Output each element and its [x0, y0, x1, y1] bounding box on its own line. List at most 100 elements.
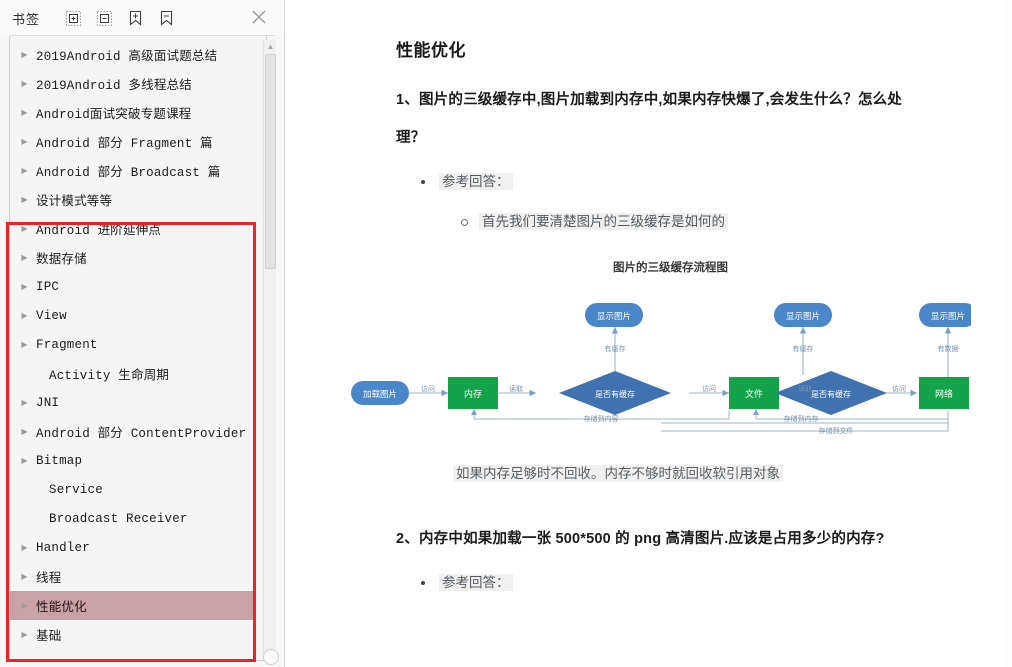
- figure-container: 图片的三级缓存流程图: [391, 259, 990, 482]
- chevron-right-icon[interactable]: ▶: [18, 544, 31, 552]
- chevron-right-icon[interactable]: ▶: [18, 225, 31, 233]
- panel-scrollbar-thumb[interactable]: [265, 54, 276, 269]
- svg-text:显示图片: 显示图片: [931, 311, 965, 322]
- question-1-line-1: 1、图片的三级缓存中,图片加载到内存中,如果内存快爆了,会发生什么？怎么处: [396, 81, 990, 119]
- svg-text:网络: 网络: [935, 388, 953, 400]
- bookmark-item-label: View: [31, 309, 67, 323]
- figure-title: 图片的三级缓存流程图: [351, 259, 990, 275]
- answer-label-2-text: 参考回答：: [439, 574, 513, 591]
- svg-text:有缓存: 有缓存: [605, 344, 626, 353]
- bookmark-tree[interactable]: ▶2019Android 高级面试题总结▶2019Android 多线程总结▶A…: [10, 40, 255, 660]
- figure-caption-text: 如果内存足够时不回收。内存不够时就回收软引用对象: [453, 465, 783, 482]
- bookmark-item[interactable]: ▶设计模式等等: [10, 185, 255, 214]
- chevron-right-icon[interactable]: ▶: [18, 602, 31, 610]
- bookmark-item[interactable]: ▶View: [10, 301, 255, 330]
- chevron-right-icon[interactable]: ▶: [18, 283, 31, 291]
- bookmark-item-label: IPC: [31, 280, 59, 294]
- bookmark-item[interactable]: ▶Broadcast Receiver: [10, 504, 255, 533]
- resize-handle[interactable]: [263, 649, 279, 665]
- scroll-up-icon[interactable]: ▲: [266, 42, 275, 51]
- bookmark-item[interactable]: ▶基础: [10, 620, 255, 649]
- page-title: 性能优化: [396, 36, 990, 61]
- bookmark-item-label: Android 部分 ContentProvider 篇: [31, 422, 255, 441]
- question-1-block: 1、图片的三级缓存中,图片加载到内存中,如果内存快爆了,会发生什么？怎么处 理？…: [391, 81, 990, 482]
- bookmark-item-label: 线程: [31, 567, 61, 586]
- bookmark-item[interactable]: ▶2019Android 多线程总结: [10, 69, 255, 98]
- svg-text:显示图片: 显示图片: [597, 311, 631, 322]
- bookmark-item[interactable]: ▶Service: [10, 475, 255, 504]
- svg-text:读取: 读取: [798, 384, 812, 393]
- expand-all-icon[interactable]: [62, 7, 84, 29]
- chevron-right-icon[interactable]: ▶: [18, 428, 31, 436]
- question-2-line-1: 2、内存中如果加载一张 500*500 的 png 高清图片.应该是占用多少的内…: [396, 520, 990, 558]
- bookmark-item[interactable]: ▶Handler: [10, 533, 255, 562]
- bookmark-item[interactable]: ▶Fragment: [10, 330, 255, 359]
- chevron-right-icon[interactable]: ▶: [18, 138, 31, 146]
- bookmark-item[interactable]: ▶JNI: [10, 388, 255, 417]
- svg-text:是否有缓存: 是否有缓存: [595, 389, 635, 399]
- add-bookmark-icon[interactable]: [124, 7, 146, 29]
- document-scrollbar[interactable]: [1003, 0, 1012, 667]
- bookmark-item-label: 设计模式等等: [31, 190, 112, 209]
- svg-text:访问: 访问: [702, 384, 716, 393]
- answer-label-2: 参考回答：: [439, 572, 990, 594]
- chevron-right-icon[interactable]: ▶: [18, 399, 31, 407]
- bookmark-item-label: Bitmap: [31, 454, 82, 468]
- bookmark-item-label: Activity 生命周期: [44, 364, 169, 383]
- bookmark-toolbar: 书签: [0, 0, 284, 36]
- bookmark-item[interactable]: ▶性能优化: [10, 591, 255, 620]
- bookmark-item-label: Android面试突破专题课程: [31, 103, 192, 122]
- bookmark-item[interactable]: ▶线程: [10, 562, 255, 591]
- remove-bookmark-icon[interactable]: [155, 7, 177, 29]
- bookmark-item[interactable]: ▶Android 进阶延伸点: [10, 214, 255, 243]
- bookmark-item[interactable]: ▶数据存储: [10, 243, 255, 272]
- chevron-right-icon[interactable]: ▶: [18, 312, 31, 320]
- svg-text:存储到内容: 存储到内容: [584, 414, 619, 423]
- chevron-right-icon[interactable]: ▶: [18, 341, 31, 349]
- bookmark-item-label: Android 部分 Fragment 篇: [31, 132, 213, 151]
- bookmark-item-label: 2019Android 高级面试题总结: [31, 45, 217, 64]
- bookmark-item-label: 数据存储: [31, 248, 87, 267]
- svg-text:存储到文件: 存储到文件: [819, 426, 854, 435]
- bookmark-item[interactable]: ▶Activity 生命周期: [10, 359, 255, 388]
- chevron-right-icon[interactable]: ▶: [18, 573, 31, 581]
- bookmark-item-label: Broadcast Receiver: [44, 512, 188, 526]
- svg-text:文件: 文件: [745, 388, 763, 400]
- panel-scrollbar[interactable]: ▲: [263, 40, 276, 660]
- svg-text:有缓存: 有缓存: [793, 344, 814, 353]
- question-2-block: 2、内存中如果加载一张 500*500 的 png 高清图片.应该是占用多少的内…: [391, 520, 990, 594]
- panel-title: 书签: [12, 9, 40, 28]
- question-1-line-2: 理？: [396, 119, 990, 157]
- svg-text:加载图片: 加载图片: [363, 389, 397, 400]
- answer-label-1-text: 参考回答：: [439, 173, 513, 190]
- bookmark-item[interactable]: ▶IPC: [10, 272, 255, 301]
- bookmark-item-label: JNI: [31, 396, 59, 410]
- bookmark-item[interactable]: ▶2019Android 高级面试题总结: [10, 40, 255, 69]
- svg-text:显示图片: 显示图片: [786, 311, 820, 322]
- chevron-right-icon[interactable]: ▶: [18, 457, 31, 465]
- chevron-right-icon[interactable]: ▶: [18, 167, 31, 175]
- app-root: 书签: [0, 0, 1012, 667]
- document-view: 性能优化 1、图片的三级缓存中,图片加载到内存中,如果内存快爆了,会发生什么？怎…: [286, 0, 1012, 667]
- bookmark-item[interactable]: ▶Bitmap: [10, 446, 255, 475]
- chevron-right-icon[interactable]: ▶: [18, 196, 31, 204]
- chevron-right-icon[interactable]: ▶: [18, 254, 31, 262]
- bookmark-item[interactable]: ▶Android 部分 Fragment 篇: [10, 127, 255, 156]
- svg-text:存储到内存: 存储到内存: [784, 414, 819, 423]
- bookmark-item[interactable]: ▶Android面试突破专题课程: [10, 98, 255, 127]
- answer-detail-1-text: 首先我们要清楚图片的三级缓存是如何的: [479, 213, 728, 230]
- svg-text:内存: 内存: [464, 388, 482, 400]
- chevron-right-icon[interactable]: ▶: [18, 80, 31, 88]
- collapse-all-icon[interactable]: [93, 7, 115, 29]
- bookmark-item[interactable]: ▶Android 部分 Broadcast 篇: [10, 156, 255, 185]
- chevron-right-icon[interactable]: ▶: [18, 109, 31, 117]
- figure-caption: 如果内存足够时不回收。内存不够时就回收软引用对象: [453, 462, 990, 482]
- bookmark-panel: 书签: [0, 0, 285, 667]
- chevron-right-icon[interactable]: ▶: [18, 51, 31, 59]
- chevron-right-icon[interactable]: ▶: [18, 631, 31, 639]
- bookmark-item-label: 基础: [31, 625, 61, 644]
- svg-text:是否有缓存: 是否有缓存: [811, 389, 851, 399]
- bookmark-item-label: 2019Android 多线程总结: [31, 74, 192, 93]
- bookmark-item[interactable]: ▶Android 部分 ContentProvider 篇: [10, 417, 255, 446]
- close-icon[interactable]: [250, 8, 270, 28]
